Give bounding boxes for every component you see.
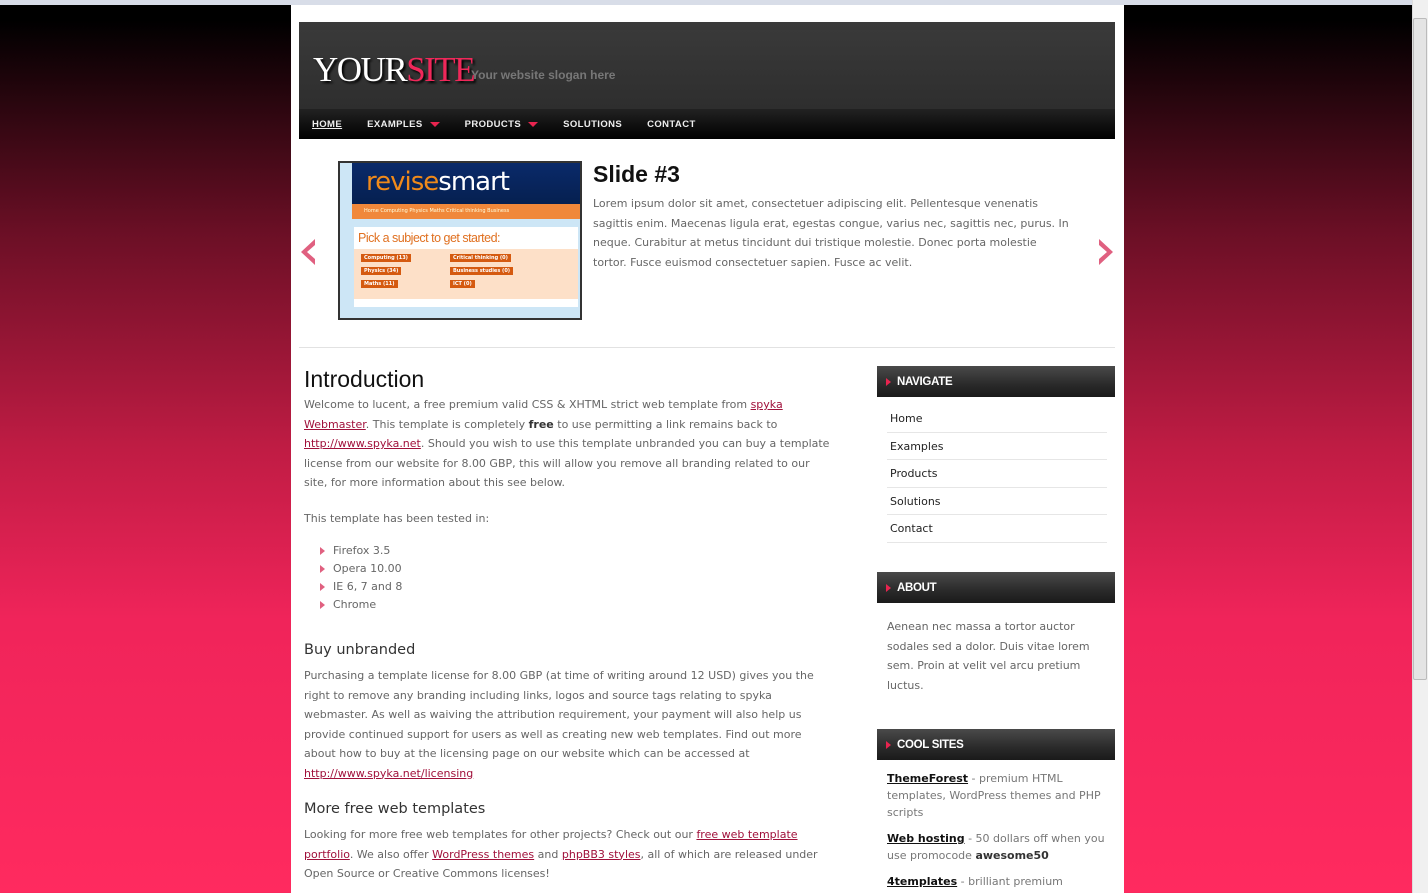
sidebar-about: ABOUT Aenean nec massa a tortor auctor s… bbox=[877, 572, 1115, 695]
list-item: Chrome bbox=[320, 596, 834, 614]
page-container: YOURSITE Your website slogan here HOME E… bbox=[291, 5, 1124, 893]
main-content: Introduction Welcome to lucent, a free p… bbox=[304, 365, 834, 884]
browser-list: Firefox 3.5 Opera 10.00 IE 6, 7 and 8 Ch… bbox=[320, 542, 834, 614]
slide-text: Lorem ipsum dolor sit amet, consectetuer… bbox=[593, 197, 1069, 269]
wordpress-link[interactable]: WordPress themes bbox=[432, 848, 534, 861]
list-item: Web hosting - 50 dollars off when you us… bbox=[887, 832, 1105, 862]
cool-sites-header: COOL SITES bbox=[877, 729, 1115, 760]
list-item: IE 6, 7 and 8 bbox=[320, 578, 834, 596]
sidebar-navigate: NAVIGATE Home Examples Products Solution… bbox=[877, 366, 1115, 543]
sidebar-cool-sites: COOL SITES ThemeForest - premium HTML te… bbox=[877, 729, 1115, 893]
site-slogan: Your website slogan here bbox=[471, 68, 616, 82]
buy-text: Purchasing a template license for 8.00 G… bbox=[304, 669, 814, 780]
list-item: ThemeForest - premium HTML templates, Wo… bbox=[887, 772, 1101, 819]
slider-next-arrow-icon[interactable] bbox=[1097, 237, 1115, 267]
themeforest-link[interactable]: ThemeForest bbox=[887, 772, 968, 785]
about-text: Aenean nec massa a tortor auctor sodales… bbox=[887, 620, 1090, 692]
list-item: Firefox 3.5 bbox=[320, 542, 834, 560]
more-title: More free web templates bbox=[304, 801, 486, 817]
phpbb-link[interactable]: phpBB3 styles bbox=[562, 848, 641, 861]
buy-title: Buy unbranded bbox=[304, 642, 416, 658]
spyka-url-link[interactable]: http://www.spyka.net bbox=[304, 437, 421, 450]
arrow-icon bbox=[886, 583, 891, 592]
list-item: 4templates - brilliant premium bbox=[887, 875, 1063, 888]
nav-solutions[interactable]: SOLUTIONS bbox=[563, 119, 622, 130]
sidebar-item-examples[interactable]: Examples bbox=[887, 433, 1107, 460]
dropdown-arrow-icon bbox=[429, 121, 440, 127]
arrow-icon bbox=[886, 740, 891, 749]
navigate-header: NAVIGATE bbox=[877, 366, 1115, 397]
arrow-icon bbox=[886, 377, 891, 386]
logo-site: SITE bbox=[406, 50, 475, 89]
divider bbox=[299, 347, 1115, 348]
nav-home[interactable]: HOME bbox=[312, 119, 342, 130]
sidebar-item-home[interactable]: Home bbox=[887, 405, 1107, 433]
slide-image[interactable]: revisesmart Home Computing Physics Maths… bbox=[338, 161, 582, 320]
more-text: Looking for more free web templates for … bbox=[304, 828, 818, 880]
intro-text: Welcome to lucent, a free premium valid … bbox=[304, 398, 830, 489]
scrollbar-thumb[interactable] bbox=[1413, 18, 1427, 680]
main-nav: HOME EXAMPLES PRODUCTS SOLUTIONS CONTACT bbox=[299, 109, 1115, 139]
nav-contact[interactable]: CONTACT bbox=[647, 119, 696, 130]
intro-title: Introduction bbox=[304, 366, 425, 392]
tested-label: This template has been tested in: bbox=[304, 511, 490, 525]
slide-title: Slide #3 bbox=[593, 161, 680, 187]
web-hosting-link[interactable]: Web hosting bbox=[887, 832, 965, 845]
slider-prev-arrow-icon[interactable] bbox=[299, 237, 317, 267]
dropdown-arrow-icon bbox=[528, 121, 539, 127]
site-logo[interactable]: YOURSITE bbox=[313, 50, 476, 90]
list-item: Opera 10.00 bbox=[320, 560, 834, 578]
sidebar-item-solutions[interactable]: Solutions bbox=[887, 488, 1107, 515]
sidebar-item-contact[interactable]: Contact bbox=[887, 515, 1107, 543]
site-header: YOURSITE Your website slogan here bbox=[299, 22, 1115, 109]
sidebar-item-products[interactable]: Products bbox=[887, 460, 1107, 488]
4templates-link[interactable]: 4templates bbox=[887, 875, 957, 888]
logo-your: YOUR bbox=[313, 50, 408, 89]
nav-examples[interactable]: EXAMPLES bbox=[367, 119, 440, 130]
licensing-link[interactable]: http://www.spyka.net/licensing bbox=[304, 767, 473, 780]
about-header: ABOUT bbox=[877, 572, 1115, 603]
nav-products[interactable]: PRODUCTS bbox=[465, 119, 539, 130]
